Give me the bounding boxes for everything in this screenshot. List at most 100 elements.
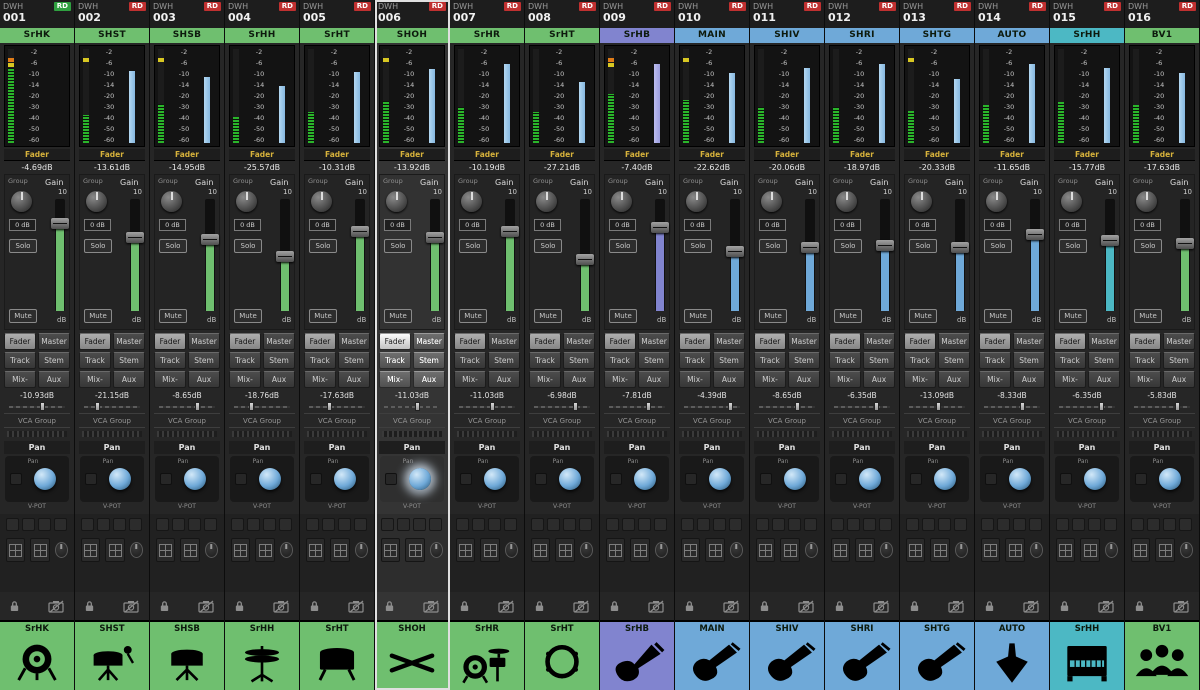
channel-name-bar[interactable]: SHIV (750, 28, 824, 43)
solo-button[interactable]: Solo (609, 239, 637, 253)
channel-strip[interactable]: DWH RD 016 BV1 -2-6-10-14-20-30-40-50-60… (1125, 0, 1200, 690)
pane-button[interactable] (780, 538, 799, 562)
stem-button[interactable]: Stem (338, 352, 370, 369)
stem-button[interactable]: Stem (413, 352, 445, 369)
pane-button[interactable] (480, 538, 499, 562)
grid-button[interactable] (1179, 518, 1192, 531)
instrument-icon[interactable] (1050, 636, 1124, 690)
channel-strip[interactable]: DWH RD 003 SHSB -2-6-10-14-20-30-40-50-6… (150, 0, 225, 690)
mute-button[interactable]: Mute (9, 309, 37, 323)
stem-button[interactable]: Stem (638, 352, 670, 369)
grid-button[interactable] (129, 518, 142, 531)
vca-slider-handle[interactable] (327, 402, 332, 411)
stem-button[interactable]: Stem (1088, 352, 1120, 369)
mix-button[interactable]: Mix- (379, 371, 411, 388)
track-button[interactable]: Track (904, 352, 936, 369)
fader-button[interactable]: Fader (904, 333, 936, 350)
fader-handle[interactable] (726, 246, 744, 257)
mute-button[interactable]: Mute (834, 309, 862, 323)
fader-rail[interactable] (580, 199, 590, 311)
aux-button[interactable]: Aux (638, 371, 670, 388)
dial-icon[interactable] (730, 542, 743, 558)
fader-button[interactable]: Fader (304, 333, 336, 350)
grid-button[interactable] (863, 518, 876, 531)
instrument-icon[interactable] (900, 636, 974, 690)
vca-slider-handle[interactable] (573, 402, 578, 411)
vca-slider-handle[interactable] (795, 402, 800, 411)
grid-button[interactable] (472, 518, 485, 531)
snapshot-camera-icon[interactable] (348, 600, 365, 613)
solo-button[interactable]: Solo (384, 239, 412, 253)
mute-button[interactable]: Mute (759, 309, 787, 323)
lock-icon[interactable] (834, 600, 845, 612)
snapshot-camera-icon[interactable] (1023, 600, 1040, 613)
bottom-name-bar[interactable]: SrHB (600, 620, 674, 636)
vca-slider[interactable] (9, 401, 65, 412)
pan-knob[interactable] (1159, 468, 1181, 490)
vca-slider[interactable] (459, 401, 515, 412)
pan-side-button[interactable] (910, 473, 922, 485)
fader-button[interactable]: Fader (454, 333, 486, 350)
fader-rail[interactable] (955, 199, 965, 311)
mix-button[interactable]: Mix- (754, 371, 786, 388)
record-badge[interactable]: RD (429, 2, 446, 11)
channel-strip[interactable]: DWH RD 008 SrHT -2-6-10-14-20-30-40-50-6… (525, 0, 600, 690)
mute-button[interactable]: Mute (309, 309, 337, 323)
pan-side-button[interactable] (235, 473, 247, 485)
vca-slider-handle[interactable] (195, 402, 200, 411)
mute-button[interactable]: Mute (534, 309, 562, 323)
stem-button[interactable]: Stem (113, 352, 145, 369)
mix-button[interactable]: Mix- (154, 371, 186, 388)
grid-button[interactable] (906, 518, 919, 531)
aux-button[interactable]: Aux (563, 371, 595, 388)
pane-button[interactable] (681, 538, 700, 562)
grid-button[interactable] (1088, 518, 1101, 531)
dial-icon[interactable] (130, 542, 143, 558)
pan-knob[interactable] (934, 468, 956, 490)
mix-button[interactable]: Mix- (454, 371, 486, 388)
snapshot-camera-icon[interactable] (1098, 600, 1115, 613)
bottom-name-bar[interactable]: SrHK (0, 620, 74, 636)
aux-button[interactable]: Aux (863, 371, 895, 388)
fader-handle[interactable] (876, 240, 894, 251)
solo-button[interactable]: Solo (234, 239, 262, 253)
lock-icon[interactable] (9, 600, 20, 612)
channel-name-bar[interactable]: SrHR (450, 28, 524, 43)
fader-handle[interactable] (1176, 238, 1194, 249)
pan-side-button[interactable] (1135, 473, 1147, 485)
grid-button[interactable] (429, 518, 442, 531)
bottom-name-bar[interactable]: AUTO (975, 620, 1049, 636)
gain-knob[interactable] (761, 191, 782, 212)
aux-button[interactable]: Aux (1163, 371, 1195, 388)
grid-button[interactable] (504, 518, 517, 531)
grid-button[interactable] (306, 518, 319, 531)
snapshot-camera-icon[interactable] (948, 600, 965, 613)
instrument-icon[interactable] (450, 636, 524, 690)
channel-strip[interactable]: DWH RD 015 SrHH -2-6-10-14-20-30-40-50-6… (1050, 0, 1125, 690)
grid-button[interactable] (938, 518, 951, 531)
gain-knob[interactable] (161, 191, 182, 212)
pane-button[interactable] (555, 538, 574, 562)
pane-button[interactable] (381, 538, 400, 562)
grid-button[interactable] (1056, 518, 1069, 531)
solo-button[interactable]: Solo (9, 239, 37, 253)
bottom-name-bar[interactable]: SrHH (1050, 620, 1124, 636)
instrument-icon[interactable] (975, 636, 1049, 690)
fader-handle[interactable] (426, 232, 444, 243)
mute-button[interactable]: Mute (459, 309, 487, 323)
snapshot-camera-icon[interactable] (423, 600, 440, 613)
stem-button[interactable]: Stem (938, 352, 970, 369)
pan-knob[interactable] (1084, 468, 1106, 490)
stem-button[interactable]: Stem (1163, 352, 1195, 369)
grid-button[interactable] (413, 518, 426, 531)
pane-button[interactable] (255, 538, 274, 562)
vca-slider[interactable] (759, 401, 815, 412)
master-button[interactable]: Master (563, 333, 595, 350)
instrument-icon[interactable] (150, 636, 224, 690)
aux-button[interactable]: Aux (488, 371, 520, 388)
pan-knob[interactable] (859, 468, 881, 490)
channel-strip[interactable]: DWH RD 011 SHIV -2-6-10-14-20-30-40-50-6… (750, 0, 825, 690)
fader-button[interactable]: Fader (154, 333, 186, 350)
dial-icon[interactable] (955, 542, 968, 558)
solo-button[interactable]: Solo (84, 239, 112, 253)
